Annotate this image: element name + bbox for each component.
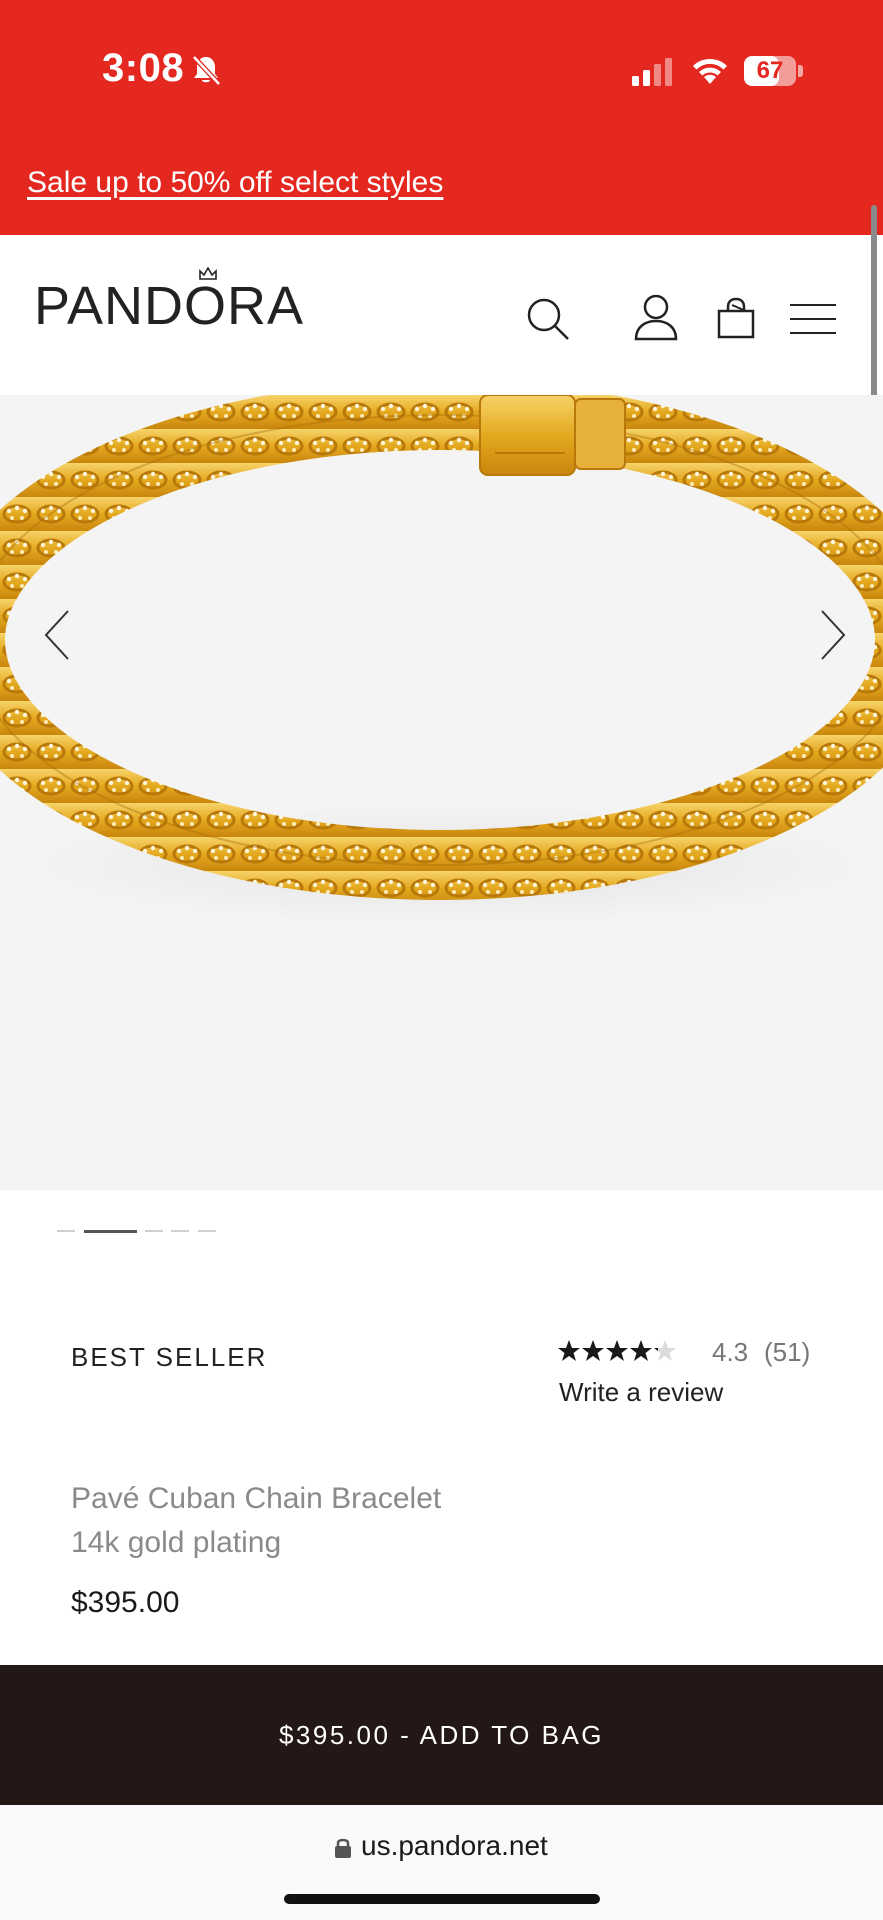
add-to-bag-button[interactable]: $395.00 - ADD TO BAG [0,1665,883,1805]
pagination-dot[interactable] [198,1230,216,1232]
best-seller-badge: BEST SELLER [71,1342,268,1372]
account-icon[interactable] [633,293,679,341]
logo-text: PANDORA [34,276,305,336]
home-indicator[interactable] [284,1894,600,1904]
site-header: PANDORA [0,235,883,395]
crown-icon [199,267,217,280]
write-review-link[interactable]: Write a review [559,1377,723,1408]
previous-image-arrow-icon[interactable] [38,605,78,665]
bell-slash-icon [192,55,221,86]
next-image-arrow-icon[interactable] [812,605,852,665]
pagination-dot-active[interactable] [84,1230,137,1233]
cellular-signal-icon [632,58,672,86]
star-rating-icon [558,1340,676,1361]
lock-icon [335,1838,351,1858]
battery-icon: 67 [744,56,804,88]
status-time: 3:08 [102,46,185,90]
review-count[interactable]: (51) [764,1337,810,1368]
search-icon[interactable] [524,295,572,343]
pagination-dot[interactable] [171,1230,189,1232]
scrollbar[interactable] [871,205,877,413]
battery-level: 67 [756,57,784,84]
product-material: 14k gold plating [71,1526,282,1559]
shopping-bag-icon[interactable] [716,297,756,339]
promo-link[interactable]: Sale up to 50% off select styles [27,166,443,200]
gold-cuban-chain-bracelet-image [0,395,883,925]
url-text[interactable]: us.pandora.net [361,1830,548,1862]
pagination-dot[interactable] [145,1230,163,1232]
product-price: $395.00 [71,1586,180,1619]
rating-value: 4.3 [712,1337,749,1367]
product-image-gallery[interactable] [0,395,883,1190]
wifi-icon [693,58,727,84]
menu-icon[interactable] [790,303,836,335]
pagination-dot[interactable] [57,1230,75,1232]
product-name: Pavé Cuban Chain Bracelet [71,1482,442,1515]
pandora-logo[interactable]: PANDORA [34,267,305,337]
